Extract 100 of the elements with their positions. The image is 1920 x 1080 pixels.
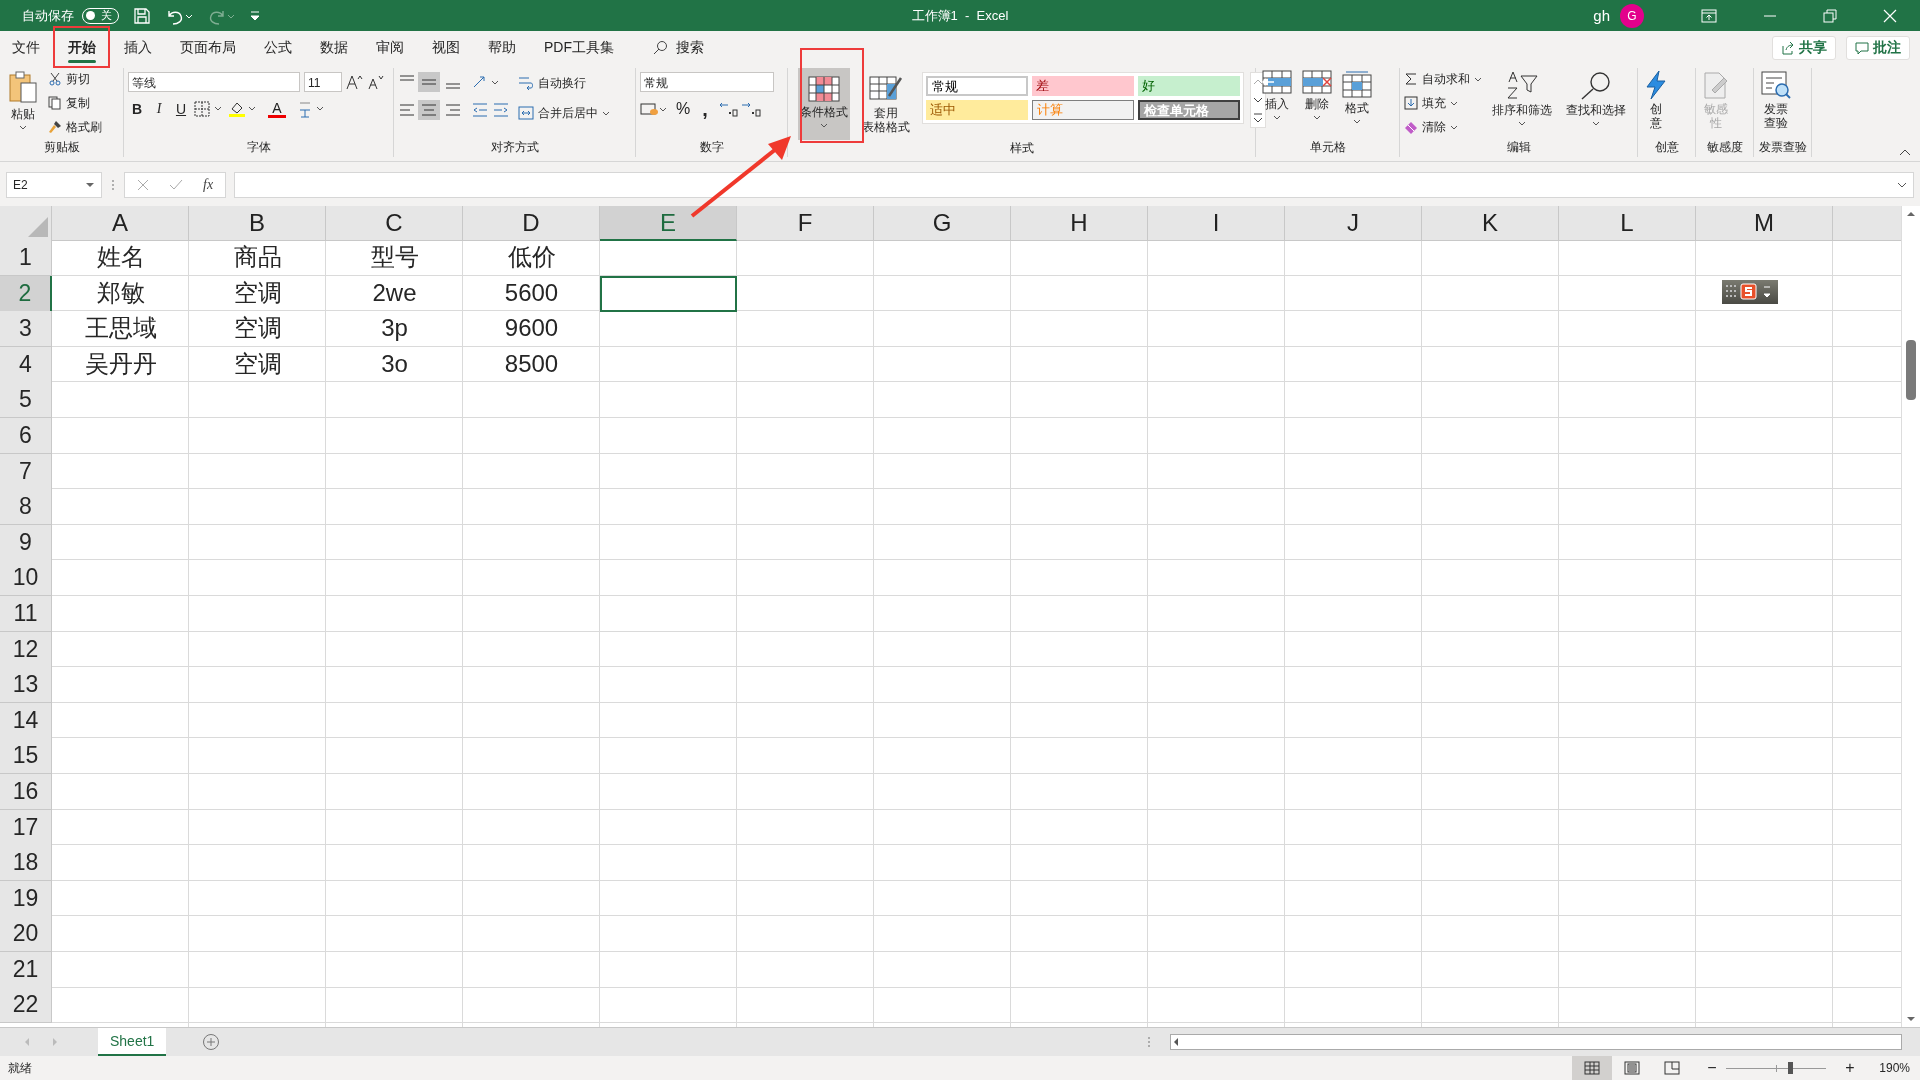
row-header[interactable]: 13 (0, 667, 52, 704)
cell-style-item[interactable]: 常规 (926, 76, 1028, 96)
column-header[interactable]: B (189, 206, 326, 241)
row-header[interactable]: 18 (0, 845, 52, 882)
row-header[interactable]: 19 (0, 880, 52, 917)
formula-field[interactable] (234, 172, 1914, 198)
cell-style-item[interactable]: 差 (1032, 76, 1134, 96)
italic-button[interactable]: I (150, 101, 168, 117)
font-name-field[interactable]: 等线 (128, 72, 300, 92)
collapse-ribbon-icon[interactable] (1898, 147, 1912, 157)
column-header[interactable]: K (1422, 206, 1559, 241)
underline-button[interactable]: U (172, 101, 190, 117)
wrap-text-button[interactable]: 自动换行 (518, 72, 610, 94)
column-header[interactable]: F (737, 206, 874, 241)
cancel-icon[interactable] (137, 179, 149, 191)
column-header[interactable]: J (1285, 206, 1422, 241)
sort-filter-button[interactable]: 排序和筛选 (1488, 68, 1556, 128)
delete-cells-button[interactable]: 删除 (1300, 68, 1334, 122)
paste-button[interactable]: 粘贴 (4, 68, 42, 132)
drag-handle-icon[interactable] (1146, 1035, 1152, 1049)
insert-cells-button[interactable]: 插入 (1260, 68, 1294, 122)
customize-icon[interactable] (249, 8, 261, 23)
search-box[interactable]: 搜索 (676, 38, 704, 57)
ribbon-tab[interactable]: 审阅 (376, 32, 404, 63)
autosum-button[interactable]: 自动求和 (1404, 68, 1482, 90)
insert-function-button[interactable]: fx (203, 177, 214, 193)
row-header[interactable]: 4 (0, 346, 52, 383)
search-icon[interactable] (652, 39, 668, 56)
ribbon-tab[interactable]: 帮助 (488, 32, 516, 63)
borders-icon[interactable] (194, 101, 224, 117)
ribbon-tab[interactable]: PDF工具集 (544, 32, 614, 63)
horizontal-scrollbar[interactable] (1170, 1034, 1902, 1050)
drag-handle-icon[interactable] (110, 178, 116, 192)
row-header[interactable]: 17 (0, 809, 52, 846)
row-header[interactable]: 12 (0, 631, 52, 668)
row-header[interactable]: 20 (0, 916, 52, 953)
row-header[interactable]: 1 (0, 240, 52, 276)
row-header[interactable]: 21 (0, 951, 52, 988)
column-header[interactable]: G (874, 206, 1011, 241)
save-icon[interactable] (133, 6, 151, 25)
invoice-check-button[interactable]: 发票 查验 (1758, 68, 1794, 133)
row-header[interactable]: 5 (0, 382, 52, 419)
font-color-button[interactable]: A (268, 100, 286, 118)
ideas-button[interactable]: 创 意 (1642, 68, 1670, 133)
row-header[interactable]: 6 (0, 417, 52, 454)
copy-button[interactable]: 复制 (48, 92, 102, 114)
percent-button[interactable]: % (674, 100, 692, 118)
format-cells-button[interactable]: 格式 (1340, 68, 1374, 126)
restore-icon[interactable] (1823, 8, 1837, 23)
zoom-level[interactable]: 190% (1860, 1061, 1920, 1075)
row-header[interactable]: 22 (0, 987, 52, 1024)
normal-view-button[interactable] (1572, 1056, 1612, 1080)
zoom-in-button[interactable]: + (1840, 1059, 1860, 1077)
column-header[interactable]: C (326, 206, 463, 241)
fill-color-icon[interactable] (228, 100, 258, 118)
ribbon-tab[interactable]: 公式 (264, 32, 292, 63)
ribbon-tab[interactable]: 数据 (320, 32, 348, 63)
column-header[interactable]: D (463, 206, 600, 241)
bold-button[interactable]: B (128, 101, 146, 117)
row-header[interactable]: 3 (0, 311, 52, 348)
column-header[interactable]: L (1559, 206, 1696, 241)
zoom-out-button[interactable]: − (1702, 1059, 1722, 1077)
row-header[interactable]: 11 (0, 595, 52, 632)
row-header[interactable]: 2 (0, 275, 52, 312)
enter-icon[interactable] (169, 179, 183, 191)
row-header[interactable]: 10 (0, 560, 52, 597)
row-header[interactable]: 16 (0, 773, 52, 810)
font-size-field[interactable]: 11 (304, 72, 342, 92)
cell-style-item[interactable]: 适中 (926, 100, 1028, 120)
ribbon-tab[interactable]: 页面布局 (180, 32, 236, 63)
ribbon-tab[interactable]: 插入 (124, 32, 152, 63)
find-select-button[interactable]: 查找和选择 (1562, 68, 1630, 128)
row-header[interactable]: 15 (0, 738, 52, 775)
column-header[interactable]: A (52, 206, 189, 241)
column-header[interactable]: E (600, 206, 737, 241)
shrink-font-icon[interactable] (368, 74, 386, 90)
comments-button[interactable]: 批注 (1846, 35, 1910, 60)
user-avatar[interactable]: G (1620, 3, 1644, 28)
row-header[interactable]: 14 (0, 702, 52, 739)
share-button[interactable]: 共享 (1772, 35, 1836, 60)
cell-style-item[interactable]: 好 (1138, 76, 1240, 96)
number-format-field[interactable]: 常规 (640, 72, 774, 92)
clear-button[interactable]: 清除 (1404, 116, 1482, 138)
column-header[interactable]: H (1011, 206, 1148, 241)
scroll-up-icon[interactable] (1906, 210, 1916, 218)
ribbon-tab[interactable]: 视图 (432, 32, 460, 63)
column-header[interactable]: M (1696, 206, 1833, 241)
scroll-thumb[interactable] (1906, 340, 1916, 400)
column-header[interactable]: I (1148, 206, 1285, 241)
row-header[interactable]: 9 (0, 524, 52, 561)
scroll-down-icon[interactable] (1906, 1015, 1916, 1023)
ribbon-tab[interactable]: 开始 (68, 32, 96, 63)
ribbon-tab[interactable]: 文件 (12, 32, 40, 63)
close-icon[interactable] (1883, 8, 1897, 23)
merge-center-button[interactable]: 合并后居中 (518, 102, 610, 124)
zoom-slider[interactable] (1726, 1061, 1826, 1075)
name-box[interactable]: E2 (6, 172, 102, 198)
row-header[interactable]: 8 (0, 489, 52, 526)
format-painter-button[interactable]: 格式刷 (48, 116, 102, 138)
decimal-icon[interactable] (718, 100, 762, 118)
